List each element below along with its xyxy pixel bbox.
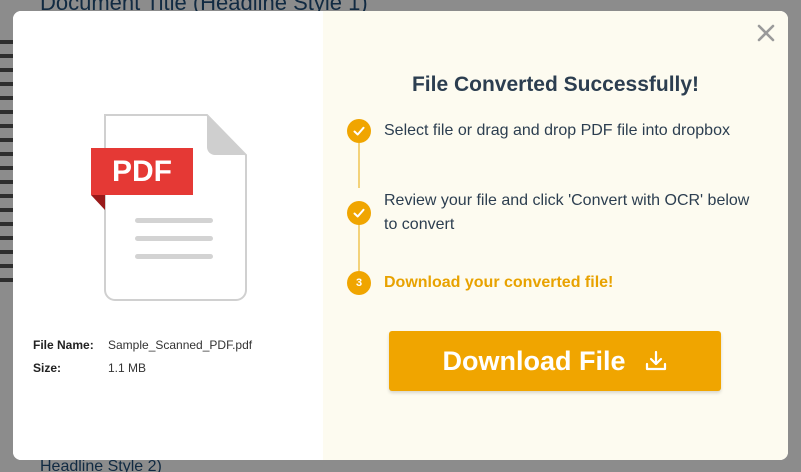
file-preview-pane: PDF File Name: Sample_Scanned_PDF.pdf Si… [13,11,323,460]
step-label: Select file or drag and drop PDF file in… [384,122,730,139]
step-review-file: Review your file and click 'Convert with… [347,189,764,237]
file-name-label: File Name: [33,337,94,352]
step-check-marker [347,119,371,143]
check-icon [353,208,365,218]
step-number-marker: 3 [347,271,371,295]
pdf-badge-label: PDF [112,155,172,188]
pdf-file-icon: PDF [91,114,247,301]
step-connector [358,224,360,271]
step-check-marker [347,201,371,225]
download-button-label: Download File [442,345,626,376]
step-connector [358,143,360,188]
step-select-file: Select file or drag and drop PDF file in… [347,119,764,143]
close-button[interactable] [754,21,778,45]
step-label: Download your converted file! [384,274,614,291]
file-name-value: Sample_Scanned_PDF.pdf [108,337,253,352]
conversion-status-pane: File Converted Successfully! Select file… [323,11,788,460]
step-label: Review your file and click 'Convert with… [384,192,750,233]
file-size-label: Size: [33,360,62,375]
file-name-row: File Name: Sample_Scanned_PDF.pdf [33,333,252,356]
download-file-button[interactable]: Download File [389,331,721,391]
success-heading: File Converted Successfully! [411,73,700,96]
step-download: 3 Download your converted file! [347,271,764,295]
check-icon [353,126,365,136]
conversion-modal: PDF File Name: Sample_Scanned_PDF.pdf Si… [13,11,788,460]
file-size-row: Size: 1.1 MB [33,356,252,379]
file-info: File Name: Sample_Scanned_PDF.pdf Size: … [33,333,252,379]
close-icon [757,24,775,42]
file-size-value: 1.1 MB [108,360,147,375]
download-icon [645,350,666,371]
